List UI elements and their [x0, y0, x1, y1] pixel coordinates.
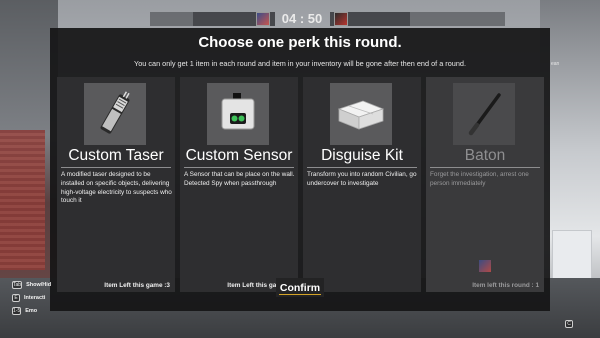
perk-stock: Item Left this game :3 [104, 282, 170, 289]
hint-label: Interacti [24, 294, 46, 301]
perk-stock: Item left this round : 1 [472, 282, 539, 289]
perk-name: Custom Sensor [185, 147, 293, 164]
keyboard-key-icon: E [12, 293, 20, 302]
divider [61, 167, 171, 168]
hint-row: 1-5 Emo [12, 304, 51, 317]
baton-icon [453, 83, 515, 145]
sensor-icon [207, 83, 269, 145]
round-timer: 04 : 50 [281, 11, 323, 26]
perk-description: A Sensor that can be place on the wall. … [184, 171, 295, 187]
perk-card-disguise-kit[interactable]: Disguise Kit Transform you into random C… [303, 77, 421, 292]
perk-selection-modal: Choose one perk this round. You can only… [50, 28, 550, 311]
keyboard-key-icon: Tab [12, 280, 23, 289]
perk-card-baton: Baton Forget the investigation, arrest o… [426, 77, 544, 292]
perk-name: Disguise Kit [321, 147, 403, 164]
hint-label: Show/Hid [26, 281, 52, 288]
player-avatar-right [334, 12, 348, 26]
divider [430, 167, 540, 168]
perk-description: A modified taser designed to be installe… [61, 171, 172, 205]
keyboard-key-icon: C [565, 320, 573, 328]
perk-cards: Custom Taser A modified taser designed t… [57, 77, 544, 292]
player-avatar-left [256, 12, 270, 26]
perk-name: Custom Taser [68, 147, 164, 164]
perk-description: Transform you into random Civilian, go u… [307, 171, 417, 187]
keyboard-key-icon: 1-5 [12, 306, 22, 315]
divider [184, 167, 294, 168]
hint-label: Emo [25, 307, 38, 314]
perk-card-custom-taser[interactable]: Custom Taser A modified taser designed t… [57, 77, 175, 292]
confirm-button[interactable]: Confirm [276, 278, 324, 297]
modal-subtitle: You can only get 1 item in each round an… [134, 59, 466, 68]
hint-row: Tab Show/Hid [12, 278, 51, 291]
divider [307, 167, 417, 168]
perk-name: Baton [464, 147, 506, 164]
hint-row: E Interacti [12, 291, 51, 304]
player-avatar-icon [479, 260, 491, 272]
disguise-kit-icon [330, 83, 392, 145]
team-health-bar-left [150, 12, 193, 26]
taser-icon [84, 83, 146, 145]
key-hints: Tab Show/Hid E Interacti 1-5 Emo [12, 278, 51, 317]
perk-description: Forget the investigation, arrest one per… [430, 171, 529, 187]
perk-card-custom-sensor[interactable]: Custom Sensor A Sensor that can be place… [180, 77, 298, 292]
team-health-bar-right [410, 12, 505, 26]
background-shutter [0, 130, 45, 270]
side-label: ean [551, 61, 560, 67]
modal-title: Choose one perk this round. [198, 34, 402, 51]
